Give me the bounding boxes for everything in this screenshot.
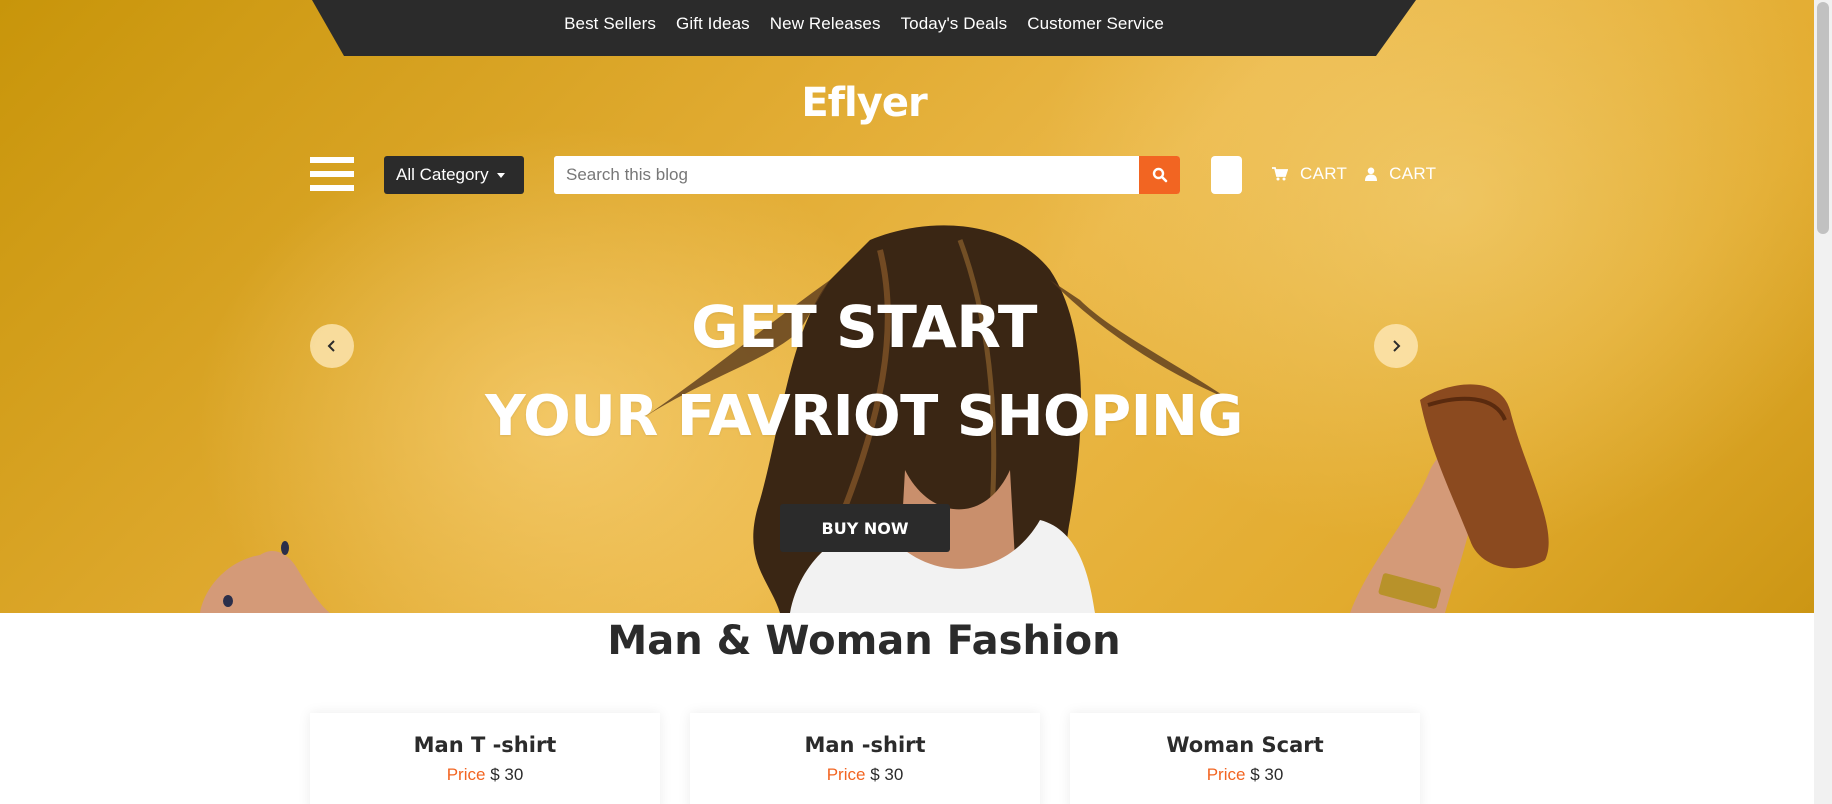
- product-price: Price $ 30: [1070, 765, 1420, 785]
- cart-icon[interactable]: [1272, 167, 1288, 181]
- product-name: Woman Scart: [1166, 733, 1324, 757]
- search-icon: [1152, 167, 1167, 183]
- price-label: Price: [446, 765, 486, 784]
- section-title: Man & Woman Fashion: [607, 618, 1121, 664]
- scrollbar-thumb[interactable]: [1817, 2, 1829, 234]
- product-name: Man T -shirt: [413, 733, 557, 757]
- top-navigation: Best Sellers Gift Ideas New Releases Tod…: [312, 0, 1416, 56]
- site-logo[interactable]: Eflyer: [0, 80, 1728, 126]
- hamburger-icon[interactable]: [310, 157, 354, 191]
- category-dropdown-label: All Category: [396, 165, 489, 184]
- product-price: Price $ 30: [690, 765, 1040, 785]
- nav-link-gift-ideas[interactable]: Gift Ideas: [676, 14, 750, 34]
- caret-down-icon: [496, 172, 505, 178]
- nav-link-new-releases[interactable]: New Releases: [770, 14, 881, 34]
- price-value: $ 30: [1250, 765, 1284, 784]
- user-icon[interactable]: [1365, 167, 1378, 181]
- search-box: [554, 156, 1180, 194]
- hero-banner: Best Sellers Gift Ideas New Releases Tod…: [0, 0, 1814, 613]
- search-button[interactable]: [1139, 156, 1180, 194]
- top-nav-links: Best Sellers Gift Ideas New Releases Tod…: [312, 0, 1416, 48]
- product-price: Price $ 30: [310, 765, 660, 785]
- hero-title-line-2: YOUR FAVRIOT SHOPING: [485, 384, 1243, 449]
- product-name: Man -shirt: [804, 733, 926, 757]
- category-dropdown[interactable]: All Category: [384, 156, 524, 194]
- product-card[interactable]: Woman Scart Price $ 30: [1070, 713, 1420, 804]
- product-card[interactable]: Man -shirt Price $ 30: [690, 713, 1040, 804]
- price-value: $ 30: [490, 765, 524, 784]
- language-selector[interactable]: [1211, 156, 1242, 194]
- account-link[interactable]: CART: [1389, 164, 1436, 184]
- vertical-scrollbar[interactable]: [1814, 0, 1832, 804]
- cart-link[interactable]: CART: [1300, 164, 1347, 184]
- nav-link-best-sellers[interactable]: Best Sellers: [564, 14, 656, 34]
- price-value: $ 30: [870, 765, 904, 784]
- price-label: Price: [1206, 765, 1246, 784]
- product-card[interactable]: Man T -shirt Price $ 30: [310, 713, 660, 804]
- price-label: Price: [826, 765, 866, 784]
- buy-now-button[interactable]: BUY NOW: [780, 504, 950, 552]
- nav-link-todays-deals[interactable]: Today's Deals: [901, 14, 1008, 34]
- page: Best Sellers Gift Ideas New Releases Tod…: [0, 0, 1814, 804]
- header-actions: CART CART: [1272, 163, 1436, 185]
- hero-title-line-1: GET START: [691, 293, 1037, 361]
- nav-link-customer-service[interactable]: Customer Service: [1027, 14, 1164, 34]
- search-input[interactable]: [554, 156, 1139, 194]
